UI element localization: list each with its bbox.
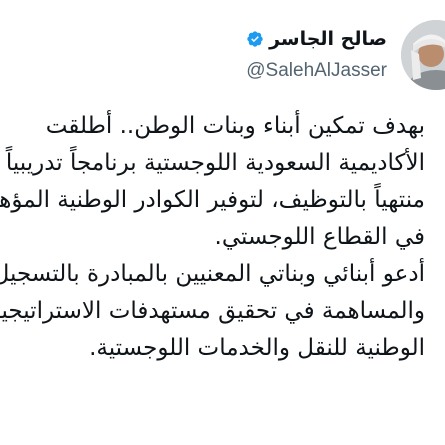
tweet-line: بهدف تمكين أبناء وبنات الوطن.. أطلقت (45, 113, 425, 139)
tweet-line: في القطاع اللوجستي. (214, 224, 425, 250)
tweet-card: صالح الجاسر @SalehAlJasser بهدف تمكين أب… (0, 0, 445, 445)
author-name-row[interactable]: صالح الجاسر (246, 28, 387, 50)
tweet-line: الوطنية للنقل والخدمات اللوجستية. (89, 335, 425, 361)
tweet-text: بهدف تمكين أبناء وبنات الوطن.. أطلقت الأ… (0, 108, 425, 367)
author-handle[interactable]: @SalehAlJasser (246, 60, 387, 82)
tweet-line: الأكاديمية السعودية اللوجستية برنامجاً ت… (5, 150, 425, 176)
tweet-header: صالح الجاسر @SalehAlJasser (0, 12, 445, 92)
avatar[interactable] (401, 20, 445, 90)
author-display-name[interactable]: صالح الجاسر (269, 28, 387, 50)
profile-photo-icon (401, 20, 445, 90)
tweet-line: أدعو أبنائي وبناتي المعنيين بالمبادرة با… (0, 261, 425, 287)
verified-badge-icon (247, 31, 263, 47)
tweet-line: منتهياً بالتوظيف، لتوفير الكوادر الوطنية… (0, 187, 425, 213)
tweet-line: والمساهمة في تحقيق مستهدفات الاستراتيجية (0, 298, 425, 324)
